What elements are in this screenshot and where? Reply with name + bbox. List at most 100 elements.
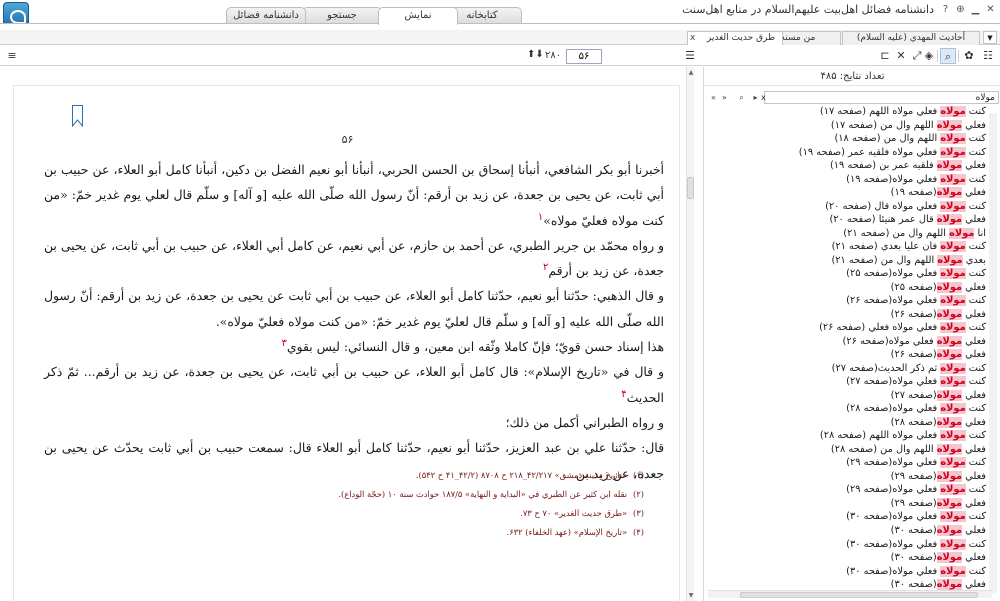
menu-lines-icon[interactable]: ☰ [682, 48, 698, 64]
tab-search[interactable]: جستجو [302, 7, 382, 24]
result-item[interactable]: فعلي مولاه اللهم وال من (صفحه ۱۷) [710, 119, 988, 133]
result-item[interactable]: فعلي مولاه فعلي مولاه(صفحه ۲۶) [710, 335, 988, 349]
search-highlight: مولاه [940, 511, 966, 523]
result-item[interactable]: كنت مولاه فعلي مولاه(صفحه ۲۷) [710, 375, 988, 389]
page-stepper[interactable]: ⬆⬇ [527, 49, 544, 60]
settings-gear-icon[interactable]: ✿ [961, 48, 977, 64]
search-highlight: مولاه [940, 484, 966, 496]
scroll-up-arrow[interactable]: ▲ [687, 69, 695, 76]
results-scrollbar[interactable] [989, 113, 997, 593]
scroll-down-arrow[interactable]: ▼ [687, 592, 695, 599]
result-item[interactable]: كنت مولاه ثم ذكر الحديث(صفحه ۲۷) [710, 362, 988, 376]
result-item[interactable]: كنت مولاه فعلي مولاه(صفحه ۲۶) [710, 294, 988, 308]
search-highlight: مولاه [936, 187, 963, 199]
page-body: أخبرنا أبو بكر الشافعي، أنبأنا إسحاق بن … [44, 157, 664, 486]
search-highlight: مولاه [936, 524, 963, 536]
document-scrollbar[interactable]: ▲ ▼ [686, 67, 694, 601]
result-item[interactable]: فعلي مولاه(صفحه ۲۵) [710, 281, 988, 295]
doc-tab-ghadir[interactable]: x طرق حديث الغدير [687, 31, 783, 45]
result-item[interactable]: كنت مولاه فعلي مولاه اللهم (صفحه ۲۸) [710, 429, 988, 443]
search-highlight: مولاه [936, 416, 963, 428]
result-item[interactable]: فعلي مولاه(صفحه ۲۸) [710, 416, 988, 430]
search-highlight: مولاه [936, 497, 963, 509]
result-item[interactable]: فعلي مولاه(صفحه ۳۰) [710, 551, 988, 565]
search-highlight: مولاه [940, 403, 966, 415]
search-results-panel: تعداد نتایج: ۴۸۵ « » ⌕ ▸ x كنت مولاه فعل… [703, 67, 1000, 601]
eraser-icon[interactable]: ◈ [921, 48, 937, 64]
list-icon[interactable]: ≡ [4, 48, 20, 64]
search-highlight: مولاه [940, 106, 966, 117]
list-view-icon[interactable]: ☷ [980, 48, 996, 64]
doc-tab-label: طرق حديث الغدير [706, 33, 776, 43]
paragraph: هذا إسناد حسن قويّ؛ فإنّ كاملا وثّقه ابن… [281, 337, 664, 355]
result-item[interactable]: كنت مولاه فعلي مولاه قال (صفحه ۲۰) [710, 200, 988, 214]
result-item[interactable]: كنت مولاه فعلي مولاه(صفحه ۱۹) [710, 173, 988, 187]
results-horizontal-scrollbar[interactable] [708, 590, 992, 598]
result-item[interactable]: فعلي مولاه اللهم وال من (صفحه ۲۸) [710, 443, 988, 457]
search-highlight: مولاه [936, 443, 963, 455]
bookmark-icon[interactable]: ⊏ [877, 48, 893, 64]
view-toolbar: ≡ ☰ ⬆⬇ ۲۸۰ ⊏ ✕ ⤢ ◈ ⌕ ✿ ☷ [0, 46, 1000, 66]
clear-search-icon[interactable]: x [758, 91, 769, 104]
search-highlight: مولاه [936, 470, 963, 482]
result-item[interactable]: فعلي مولاه(صفحه ۲۹) [710, 497, 988, 511]
previous-result-button[interactable]: « [708, 91, 719, 104]
next-result-button[interactable]: » [719, 91, 730, 104]
result-item[interactable]: كنت مولاه فعلي مولاه فعلي (صفحه ۲۶) [710, 321, 988, 335]
result-item[interactable]: كنت مولاه فعلي مولاه(صفحه ۳۰) [710, 510, 988, 524]
result-item[interactable]: بعدي مولاه اللهم وال من (صفحه ۲۱) [710, 254, 988, 268]
result-item[interactable]: كنت مولاه فعلي مولاه فلقيه عمر (صفحه ۱۹) [710, 146, 988, 160]
results-list: كنت مولاه فعلي مولاه اللهم (صفحه ۱۷) فعلي… [710, 105, 988, 592]
page-total: ۲۸۰ [545, 50, 562, 61]
search-highlight: مولاه [940, 322, 966, 334]
result-item[interactable]: فعلي مولاه(صفحه ۲۷) [710, 389, 988, 403]
bookmark-ribbon-icon[interactable] [72, 105, 83, 127]
result-item[interactable]: فعلي مولاه(صفحه ۱۹) [710, 186, 988, 200]
tab-display[interactable]: نمایش [378, 7, 458, 25]
search-highlight: مولاه [936, 389, 963, 401]
result-item[interactable]: كنت مولاه فعلي مولاه(صفحه ۲۹) [710, 483, 988, 497]
paragraph: أخبرنا أبو بكر الشافعي، أنبأنا إسحاق بن … [44, 162, 664, 228]
tab-encyclopedia[interactable]: دانشنامه فضائل [226, 7, 306, 24]
result-item[interactable]: كنت مولاه فعلي مولاه اللهم (صفحه ۱۷) [710, 105, 988, 119]
search-highlight: مولاه [940, 362, 966, 374]
doc-tab-mahdi[interactable]: أحاديث المهدي (عليه السلام) [842, 31, 980, 45]
close-tab-icon[interactable]: x [690, 32, 695, 45]
result-item[interactable]: فعلي مولاه(صفحه ۲۶) [710, 308, 988, 322]
scroll-thumb[interactable] [740, 592, 978, 598]
results-search-input[interactable] [764, 91, 999, 104]
search-go-icon[interactable]: ⌕ [736, 91, 747, 104]
result-item[interactable]: كنت مولاه فعلي مولاه(صفحه ۲۹) [710, 456, 988, 470]
result-item[interactable]: كنت مولاه فعلي مولاه(صفحه ۲۸) [710, 402, 988, 416]
result-item[interactable]: كنت مولاه فعلي مولاه(صفحه ۲۵) [710, 267, 988, 281]
result-item[interactable]: كنت مولاه فعلي مولاه(صفحه ۳۰) [710, 565, 988, 579]
result-item[interactable]: انا مولاه اللهم وال من (صفحه ۲۱) [710, 227, 988, 241]
search-highlight: مولاه [936, 335, 963, 347]
search-highlight: مولاه [940, 538, 966, 550]
footnote: (۴)«تاريخ الإسلام» (عهد الخلفاء) ۶۳۲. [506, 527, 644, 537]
search-highlight: مولاه [940, 430, 966, 442]
result-item[interactable]: كنت مولاه اللهم وال من (صفحه ۱۸) [710, 132, 988, 146]
result-item[interactable]: فعلي مولاه قال عمر هنيئا (صفحه ۲۰) [710, 213, 988, 227]
search-highlight: مولاه [940, 146, 966, 158]
search-icon[interactable]: ⌕ [940, 48, 956, 64]
result-item[interactable]: فعلي مولاه(صفحه ۲۹) [710, 470, 988, 484]
search-highlight: مولاه [936, 579, 963, 591]
result-item[interactable]: فعلي مولاه(صفحه ۳۰) [710, 524, 988, 538]
search-highlight: مولاه [936, 349, 963, 361]
paragraph: و رواه الطبراني أكمل من ذلك؛ [505, 414, 664, 430]
paragraph: و قال في «تاريخ الإسلام»: قال كامل أبو ا… [44, 364, 664, 405]
scroll-thumb[interactable] [687, 177, 694, 199]
results-count: تعداد نتایج: ۴۸۵ [820, 71, 885, 82]
result-item[interactable]: فعلي مولاه فلقيه عمر بن (صفحه ۱۹) [710, 159, 988, 173]
result-item[interactable]: كنت مولاه فعلي مولاه(صفحه ۳۰) [710, 538, 988, 552]
doc-tabs-dropdown-button[interactable]: ▼ [983, 31, 997, 44]
main-tabs: کتابخانه نمایش جستجو دانشنامه فضائل [0, 7, 1000, 25]
result-item[interactable]: فعلي مولاه(صفحه ۲۶) [710, 348, 988, 362]
fit-page-icon[interactable]: ✕ [893, 48, 909, 64]
page-number-input[interactable] [566, 49, 602, 64]
app-window: ✕ ▁ ⊕ ? دانشنامه فضائل اهل‌بیت علیهم‌الس… [0, 0, 1000, 601]
result-item[interactable]: كنت مولاه فان عليا بعدي (صفحه ۲۱) [710, 240, 988, 254]
footnotes: (۱)«تاريخ مدينة دمشق» ۴۲/۲۱۷_۲۱۸ ح ۸۷۰۸ … [44, 466, 644, 542]
search-highlight: مولاه [940, 295, 966, 307]
